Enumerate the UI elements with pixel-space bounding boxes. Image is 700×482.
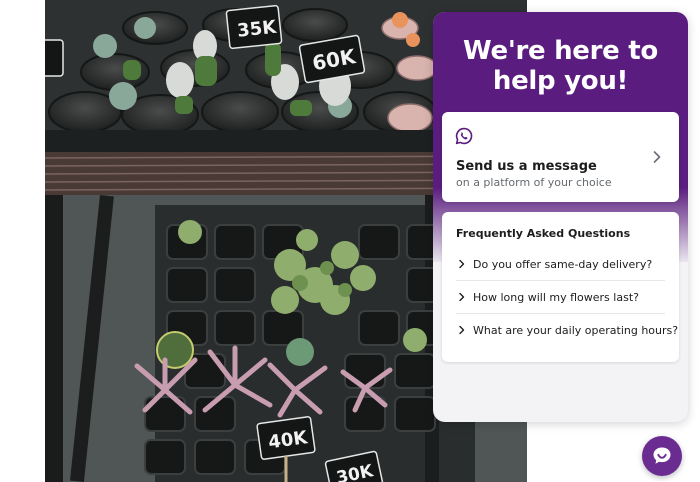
chevron-right-icon (459, 325, 465, 335)
widget-title: We're here to help you! (433, 36, 688, 96)
faq-question: Do you offer same-day delivery? (473, 258, 653, 271)
whatsapp-icon (455, 127, 473, 145)
faq-question: What are your daily operating hours? (473, 324, 679, 337)
chevron-right-icon (459, 292, 465, 302)
svg-text:35K: 35K (236, 17, 278, 42)
faq-question: How long will my flowers last? (473, 291, 639, 304)
chevron-right-icon (459, 259, 465, 269)
send-message-card[interactable]: Send us a message on a platform of your … (442, 112, 679, 202)
message-card-title: Send us a message (456, 159, 597, 174)
widget-title-line2: help you! (492, 66, 629, 96)
faq-card: Frequently Asked Questions Do you offer … (442, 212, 679, 362)
chevron-right-icon (653, 151, 661, 163)
faq-list: Do you offer same-day delivery? How long… (456, 248, 678, 347)
faq-item[interactable]: Do you offer same-day delivery? (456, 248, 665, 281)
chat-launcher-button[interactable] (642, 436, 682, 476)
faq-item[interactable]: What are your daily operating hours? (456, 314, 678, 347)
chat-smile-icon (653, 447, 671, 464)
message-card-subtitle: on a platform of your choice (456, 176, 612, 189)
page: 35K 60K 40K 30K We're here to help you! … (0, 0, 700, 482)
help-widget: We're here to help you! Send us a messag… (433, 12, 688, 422)
faq-item[interactable]: How long will my flowers last? (456, 281, 665, 314)
widget-title-line1: We're here to (463, 36, 658, 66)
faq-heading: Frequently Asked Questions (456, 227, 631, 240)
